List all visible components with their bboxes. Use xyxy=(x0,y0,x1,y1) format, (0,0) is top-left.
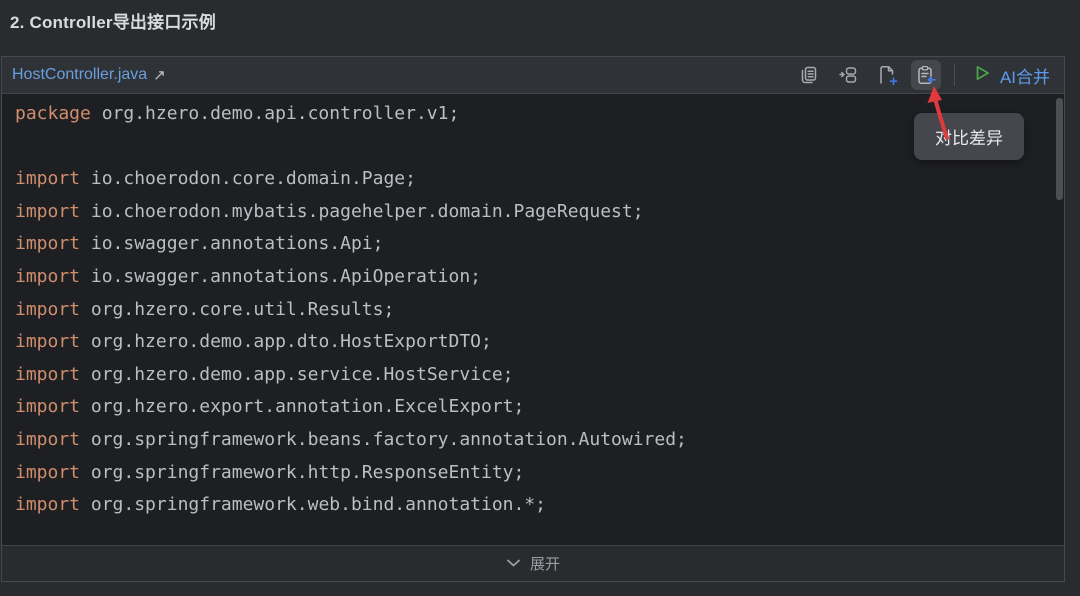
compare-diff-button[interactable] xyxy=(911,60,941,90)
code-line: import org.springframework.http.Response… xyxy=(15,457,1064,490)
code-line: import io.choerodon.mybatis.pagehelper.d… xyxy=(15,196,1064,229)
open-external-icon: ↗ xyxy=(153,66,166,84)
code-text: org.hzero.core.util.Results; xyxy=(80,299,394,320)
code-line xyxy=(15,131,1064,164)
expand-button[interactable]: 展开 xyxy=(2,545,1064,581)
code-line: import io.swagger.annotations.Api; xyxy=(15,228,1064,261)
page: { "page": { "title": "2. Controller导出接口示… xyxy=(0,0,1080,596)
code-keyword: import xyxy=(15,494,80,515)
code-line: import org.springframework.beans.factory… xyxy=(15,424,1064,457)
code-line: package org.hzero.demo.api.controller.v1… xyxy=(15,98,1064,131)
code-text: io.choerodon.core.domain.Page; xyxy=(80,168,416,189)
code-line: import org.springframework.web.bind.anno… xyxy=(15,489,1064,522)
compare-diff-icon xyxy=(915,65,936,86)
code-scrollbar-thumb[interactable] xyxy=(1056,98,1063,200)
code-block-panel: HostController.java ↗ xyxy=(1,56,1065,582)
code-text: org.hzero.export.annotation.ExcelExport; xyxy=(80,396,524,417)
copy-button[interactable] xyxy=(794,60,824,90)
code-keyword: import xyxy=(15,266,80,287)
code-keyword: import xyxy=(15,396,80,417)
tooltip-compare-diff: 对比差异 xyxy=(914,113,1024,160)
code-keyword: import xyxy=(15,299,80,320)
code-keyword: import xyxy=(15,331,80,352)
insert-to-editor-icon xyxy=(838,65,858,85)
code-panel-header: HostController.java ↗ xyxy=(2,57,1064,94)
code-keyword: import xyxy=(15,201,80,222)
code-text: io.choerodon.mybatis.pagehelper.domain.P… xyxy=(80,201,644,222)
code-text: org.hzero.demo.api.controller.v1; xyxy=(91,103,459,124)
code-text: io.swagger.annotations.Api; xyxy=(80,233,383,254)
code-line: import org.hzero.export.annotation.Excel… xyxy=(15,391,1064,424)
file-link[interactable]: HostController.java ↗ xyxy=(12,66,166,84)
code-text: org.hzero.demo.app.dto.HostExportDTO; xyxy=(80,331,492,352)
code-keyword: import xyxy=(15,462,80,483)
code-line: import io.swagger.annotations.ApiOperati… xyxy=(15,261,1064,294)
code-text: org.springframework.web.bind.annotation.… xyxy=(80,494,546,515)
code-keyword: package xyxy=(15,103,91,124)
tooltip-text: 对比差异 xyxy=(935,129,1003,148)
code-keyword: import xyxy=(15,233,80,254)
code-keyword: import xyxy=(15,429,80,450)
code-line: import org.hzero.demo.app.dto.HostExport… xyxy=(15,326,1064,359)
toolbar-divider xyxy=(954,64,955,86)
code-toolbar: AI合并 xyxy=(794,60,1054,90)
play-icon xyxy=(972,63,992,88)
ai-merge-button[interactable]: AI合并 xyxy=(968,61,1054,90)
code-text: org.springframework.http.ResponseEntity; xyxy=(80,462,524,483)
code-keyword: import xyxy=(15,364,80,385)
code-area[interactable]: package org.hzero.demo.api.controller.v1… xyxy=(2,94,1064,545)
new-file-button[interactable] xyxy=(872,60,902,90)
code-line: import org.hzero.core.util.Results; xyxy=(15,294,1064,327)
code-text: org.hzero.demo.app.service.HostService; xyxy=(80,364,513,385)
copy-icon xyxy=(799,65,819,85)
expand-label: 展开 xyxy=(530,553,560,574)
code-line: import org.hzero.demo.app.service.HostSe… xyxy=(15,359,1064,392)
insert-to-editor-button[interactable] xyxy=(833,60,863,90)
code-line: import io.choerodon.core.domain.Page; xyxy=(15,163,1064,196)
page-title: 2. Controller导出接口示例 xyxy=(10,8,216,33)
code-text: org.springframework.beans.factory.annota… xyxy=(80,429,687,450)
code-text: io.swagger.annotations.ApiOperation; xyxy=(80,266,481,287)
ai-merge-label: AI合并 xyxy=(1000,63,1050,88)
code-keyword: import xyxy=(15,168,80,189)
file-name: HostController.java xyxy=(12,66,147,84)
new-file-icon xyxy=(876,64,898,86)
chevron-down-icon xyxy=(506,555,521,573)
